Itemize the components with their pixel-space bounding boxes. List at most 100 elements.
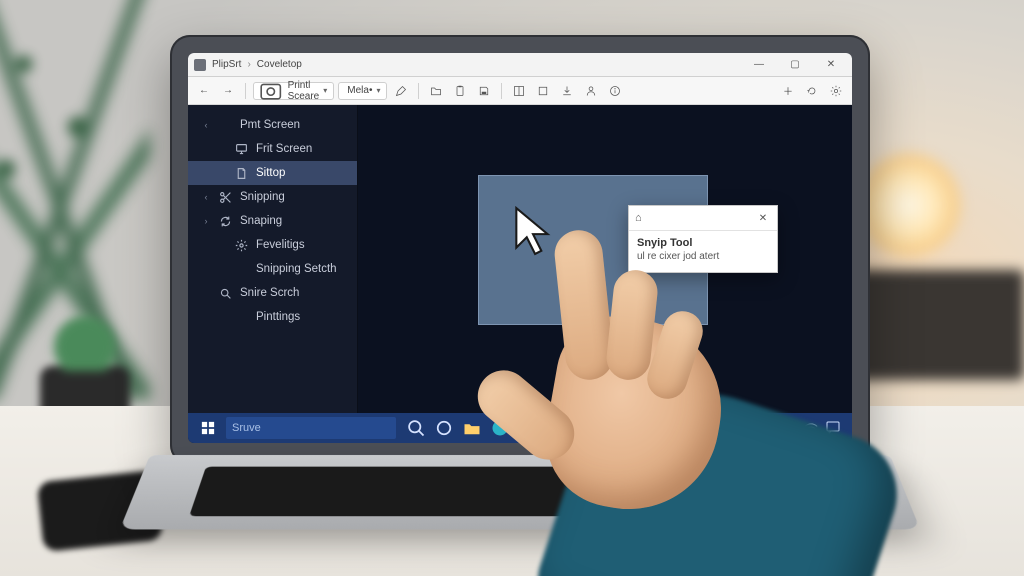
tray-wifi-icon[interactable] [804, 421, 818, 435]
gear-icon [830, 85, 842, 97]
download-icon [561, 85, 573, 97]
toolbar-info-button[interactable] [605, 81, 625, 101]
tray-battery-icon[interactable] [782, 421, 796, 435]
toolbar-divider [245, 83, 246, 99]
search-icon [406, 418, 426, 438]
sidebar-item-label: Sittop [256, 167, 285, 179]
taskbar-search[interactable] [226, 417, 396, 439]
battery-icon [782, 424, 796, 433]
plus-icon: ＋ [783, 83, 793, 98]
sidebar-item-label: Fevelitigs [256, 239, 305, 251]
toolbar-printscreen-label: Printl Sceare [288, 80, 320, 102]
toolbar-printscreen-dropdown[interactable]: Printl Sceare ▾ [253, 82, 334, 100]
taskbar-search-icon[interactable] [406, 418, 426, 438]
toolbar-user-button[interactable] [581, 81, 601, 101]
home-icon: ⌂ [635, 212, 642, 224]
sidebar-item-2[interactable]: Sittop [188, 161, 357, 185]
toolbar-saveas-button[interactable] [533, 81, 553, 101]
popup-description: ul re cixer jod atert [629, 251, 777, 272]
cycle-icon [218, 214, 232, 228]
search-icon [218, 286, 232, 300]
window-close-button[interactable]: ✕ [816, 53, 846, 76]
popup-title: Snyip Tool [629, 231, 777, 251]
window-minimize-button[interactable]: — [744, 53, 774, 76]
sidebar-item-label: Pmt Screen [240, 119, 300, 131]
blank-icon [234, 262, 248, 276]
folder-icon [430, 85, 442, 97]
sidebar-item-6[interactable]: Snipping Setcth [188, 257, 357, 281]
sidebar-item-1[interactable]: Frit Screen [188, 137, 357, 161]
start-button[interactable] [192, 413, 224, 443]
toolbar-save-button[interactable] [474, 81, 494, 101]
gear-icon [234, 238, 248, 252]
os-screen: PlipSrt › Coveletop — ▢ ✕ ← → Printl Sce… [188, 53, 852, 443]
tray-notifications-icon[interactable] [826, 421, 840, 435]
sidebar-item-label: Frit Screen [256, 143, 312, 155]
editor-canvas[interactable]: ⌂ ✕ Snyip Tool ul re cixer jod atert [358, 105, 852, 413]
wifi-icon [804, 423, 818, 434]
taskbar-search-input[interactable] [232, 422, 390, 434]
nav-forward-button[interactable]: → [218, 81, 238, 101]
layout-icon [513, 85, 525, 97]
user-icon [585, 85, 597, 97]
app-icon [194, 59, 206, 71]
edge-icon [490, 418, 510, 438]
chevron-icon: ‹ [202, 120, 210, 130]
chevron-down-icon: ▾ [376, 86, 380, 95]
snipping-tool-popup: ⌂ ✕ Snyip Tool ul re cixer jod atert [628, 205, 778, 273]
taskbar-chrome-icon[interactable] [518, 418, 538, 438]
scissors-icon [218, 190, 232, 204]
cursor-arrow-icon [511, 206, 555, 256]
sidebar-item-label: Snire Scrch [240, 287, 299, 299]
toolbar-clipboard-button[interactable] [450, 81, 470, 101]
system-tray [782, 421, 848, 435]
popup-header: ⌂ ✕ [629, 206, 777, 231]
pencil-icon [395, 85, 407, 97]
toolbar-edit-button[interactable] [391, 81, 411, 101]
toolbar-mela-dropdown[interactable]: Mela• ▾ [338, 82, 387, 100]
decor-lamp [854, 150, 964, 260]
folder-icon [462, 418, 482, 438]
laptop-screen-bezel: PlipSrt › Coveletop — ▢ ✕ ← → Printl Sce… [170, 35, 870, 465]
windows-logo-icon [201, 421, 215, 435]
taskbar-edge-icon[interactable] [490, 418, 510, 438]
blank-icon [234, 310, 248, 324]
toolbar-refresh-button[interactable] [802, 81, 822, 101]
camera-icon [258, 78, 284, 104]
chevron-icon: ‹ [202, 192, 210, 202]
sidebar-item-8[interactable]: Pinttings [188, 305, 357, 329]
toolbar-divider [501, 83, 502, 99]
nav-back-button[interactable]: ← [194, 81, 214, 101]
toolbar-add-button[interactable]: ＋ [778, 81, 798, 101]
toolbar-grid-button[interactable] [509, 81, 529, 101]
sidebar-item-0[interactable]: ‹ Pmt Screen [188, 113, 357, 137]
laptop: PlipSrt › Coveletop — ▢ ✕ ← → Printl Sce… [170, 35, 870, 545]
sidebar-item-7[interactable]: Snire Scrch [188, 281, 357, 305]
notification-icon [826, 421, 840, 435]
toolbar-download-button[interactable] [557, 81, 577, 101]
window-maximize-button[interactable]: ▢ [780, 53, 810, 76]
refresh-icon [806, 85, 818, 97]
toolbar-folder-button[interactable] [426, 81, 446, 101]
chevron-down-icon: ▾ [323, 86, 327, 95]
blank-icon [218, 118, 232, 132]
sidebar-item-3[interactable]: ‹ Snipping [188, 185, 357, 209]
popup-close-button[interactable]: ✕ [755, 210, 771, 226]
chevron-right-icon: › [247, 59, 250, 70]
taskbar-explorer-icon[interactable] [462, 418, 482, 438]
sidebar-item-5[interactable]: Fevelitigs [188, 233, 357, 257]
chrome-icon [518, 418, 538, 438]
toolbar-divider [418, 83, 419, 99]
breadcrumb-segment-1[interactable]: PlipSrt [212, 59, 241, 70]
toolbar-mela-label: Mela• [347, 85, 372, 96]
save-icon [478, 85, 490, 97]
sidebar-item-4[interactable]: ›Snaping [188, 209, 357, 233]
os-taskbar [188, 413, 852, 443]
taskbar-pinned-apps [406, 418, 538, 438]
breadcrumb-segment-2[interactable]: Coveletop [257, 59, 302, 70]
sidebar-item-label: Snaping [240, 215, 282, 227]
taskbar-cortana-icon[interactable] [434, 418, 454, 438]
sidebar-item-label: Snipping [240, 191, 285, 203]
toolbar-settings-button[interactable] [826, 81, 846, 101]
circle-icon [434, 418, 454, 438]
